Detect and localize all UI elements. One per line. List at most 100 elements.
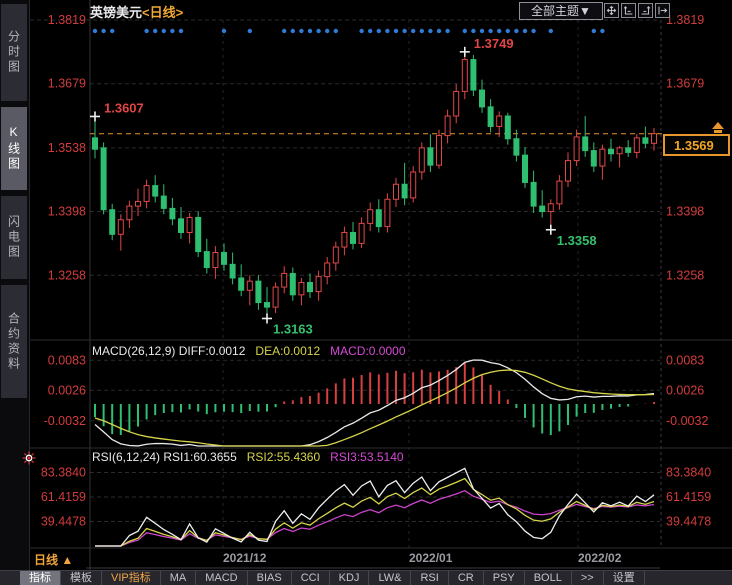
signal-dot	[480, 29, 484, 33]
period-selector[interactable]: 日线 ▲	[34, 551, 73, 568]
signal-dot	[377, 29, 381, 33]
signal-dot	[101, 29, 105, 33]
price-annotation: 1.3163	[273, 321, 313, 336]
signal-dot	[359, 29, 363, 33]
rsi2-value: RSI2:55.4360	[247, 450, 320, 464]
price-annotation: 1.3607	[104, 100, 144, 115]
rsi-axis-label-left: 83.3840	[41, 466, 86, 480]
signal-dot	[514, 29, 518, 33]
toolbar-item-[interactable]: >>	[572, 571, 604, 585]
price-axis-label-left: 1.3679	[48, 77, 86, 91]
signal-dot	[445, 29, 449, 33]
pan-move-icon[interactable]	[604, 3, 619, 18]
rsi-axis-label-right: 61.4159	[666, 490, 711, 504]
chart-header: 英镑美元<日线> 全部主题▼	[0, 0, 732, 20]
shift-right-icon[interactable]	[655, 3, 670, 18]
macd-axis-label-right: 0.0083	[666, 353, 704, 367]
signal-dot	[170, 29, 174, 33]
macd-axis-label-left: 0.0083	[48, 353, 86, 367]
signal-dot	[411, 29, 415, 33]
alarm-blink-icon	[23, 452, 36, 465]
time-axis-tick: 2022/02	[578, 551, 621, 565]
toolbar-item-macd[interactable]: MACD	[196, 571, 247, 585]
symbol-title: 英镑美元	[90, 5, 142, 20]
axis-scale-right-icon[interactable]	[638, 3, 653, 18]
price-axis-label-right: 1.3398	[666, 205, 704, 219]
signal-dot	[316, 29, 320, 33]
price-up-arrow-icon	[712, 122, 724, 129]
macd-header: MACD(26,12,9) DIFF:0.0012 DEA:0.0012 MACD:…	[92, 344, 406, 358]
signal-dot	[299, 29, 303, 33]
macd-axis-label-right: -0.0032	[666, 414, 708, 428]
signal-dot	[325, 29, 329, 33]
toolbar-item-psy[interactable]: PSY	[484, 571, 525, 585]
rsi1-value: RSI(6,12,24) RSI1:60.3655	[92, 450, 237, 464]
macd-diff-line	[95, 360, 654, 446]
period-tag: <日线>	[142, 5, 183, 20]
price-annotation: 1.3358	[557, 233, 597, 248]
signal-dot	[600, 29, 604, 33]
time-axis-tick: 2022/01	[409, 551, 452, 565]
signal-dot	[488, 29, 492, 33]
signal-dot	[222, 29, 226, 33]
toolbar-item-cci[interactable]: CCI	[292, 571, 330, 585]
rsi-axis-label-left: 39.4478	[41, 514, 86, 528]
signal-dot	[471, 29, 475, 33]
signal-dot	[531, 29, 535, 33]
toolbar-item-cr[interactable]: CR	[449, 571, 484, 585]
signal-dot	[282, 29, 286, 33]
macd-axis-label-left: 0.0026	[48, 383, 86, 397]
toolbar-item-lw[interactable]: LW&	[369, 571, 411, 585]
toolbar-item-[interactable]: 设置	[604, 571, 645, 585]
rsi-axis-label-right: 83.3840	[666, 466, 711, 480]
price-axis-label-left: 1.3538	[48, 141, 86, 155]
axis-scale-left-icon[interactable]	[621, 3, 636, 18]
toolbar-item-[interactable]: 模板	[61, 571, 102, 585]
signal-dot	[394, 29, 398, 33]
signal-dot	[179, 29, 183, 33]
signal-dot	[506, 29, 510, 33]
toolbar-item-boll[interactable]: BOLL	[525, 571, 572, 585]
price-axis-label-right: 1.3679	[666, 77, 704, 91]
signal-dot	[334, 29, 338, 33]
macd-dea-line	[95, 370, 654, 446]
macd-axis-label-right: 0.0026	[666, 383, 704, 397]
price-annotation: 1.3749	[474, 36, 514, 51]
signal-dot	[153, 29, 157, 33]
signal-dot	[592, 29, 596, 33]
signal-dot	[497, 29, 501, 33]
signal-dot	[385, 29, 389, 33]
signal-dot	[368, 29, 372, 33]
signal-dot	[248, 29, 252, 33]
macd-axis-label-left: -0.0032	[44, 414, 86, 428]
toolbar-item-vip[interactable]: VIP指标	[102, 571, 161, 585]
signal-dot	[437, 29, 441, 33]
signal-dot	[291, 29, 295, 33]
toolbar-item-rsi[interactable]: RSI	[411, 571, 448, 585]
signal-dot	[162, 29, 166, 33]
candlestick-series	[93, 52, 657, 319]
current-price-tag[interactable]: 1.3569	[663, 134, 730, 156]
indicator-toolbar: 指标模板VIP指标MAMACDBIASCCIKDJLW&RSICRPSYBOLL…	[0, 570, 732, 585]
signal-dot	[428, 29, 432, 33]
time-axis-tick: 2021/12	[223, 551, 266, 565]
chart-canvas[interactable]: 1.38191.36791.35381.33981.32581.38191.36…	[0, 0, 732, 585]
rsi-header: RSI(6,12,24) RSI1:60.3655 RSI2:55.4360 RSI…	[92, 450, 404, 464]
macd-macd-value: MACD:0.0000	[330, 344, 405, 358]
signal-dot	[144, 29, 148, 33]
time-axis: 日线 ▲ 2021/12 2022/01 2022/02	[0, 548, 732, 570]
toolbar-item-bias[interactable]: BIAS	[248, 571, 292, 585]
signal-dot	[549, 29, 553, 33]
signal-dot	[110, 29, 114, 33]
toolbar-item-kdj[interactable]: KDJ	[330, 571, 370, 585]
macd-diff-value: MACD(26,12,9) DIFF:0.0012	[92, 344, 245, 358]
toolbar-item-[interactable]: 指标	[20, 571, 61, 585]
symbol-title-wrap: 英镑美元<日线>	[90, 2, 183, 21]
theme-dropdown-button[interactable]: 全部主题▼	[519, 2, 603, 20]
price-up-arrow-bar	[714, 130, 722, 133]
signal-dot	[463, 29, 467, 33]
toolbar-item-ma[interactable]: MA	[161, 571, 197, 585]
macd-dea-value: DEA:0.0012	[255, 344, 320, 358]
rsi3-value: RSI3:53.5140	[330, 450, 403, 464]
signal-dot	[308, 29, 312, 33]
